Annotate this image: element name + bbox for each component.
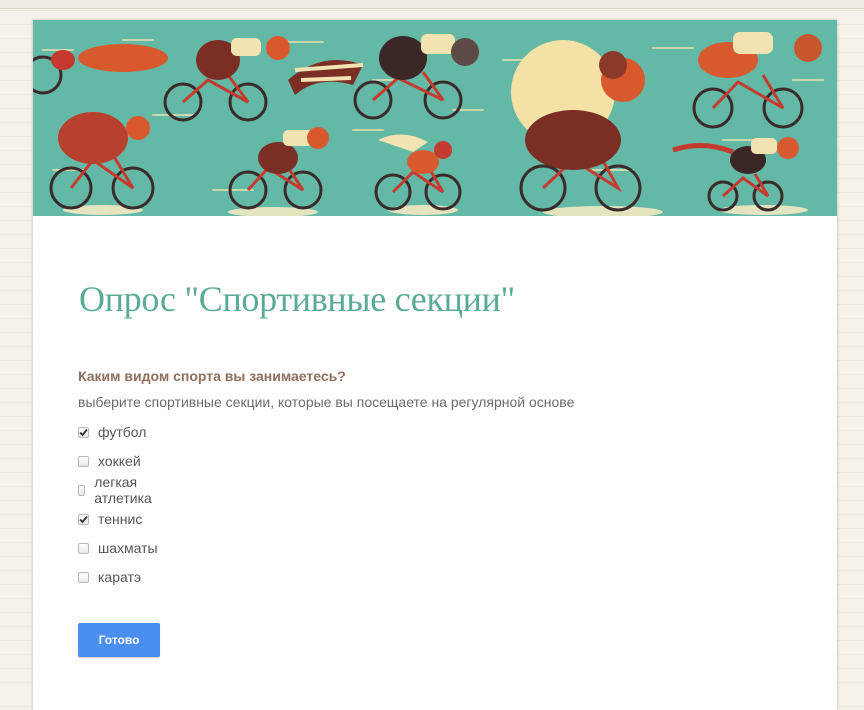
- checkbox-tennis[interactable]: [78, 513, 89, 525]
- checkmark-icon: [79, 428, 88, 436]
- option-hockey[interactable]: хоккей: [78, 451, 141, 471]
- submit-button[interactable]: Готово: [78, 623, 160, 657]
- checkmark-icon: [79, 515, 88, 523]
- checkbox-chess[interactable]: [78, 542, 89, 554]
- checkbox-athletics[interactable]: [78, 484, 86, 496]
- option-karate[interactable]: каратэ: [78, 567, 141, 587]
- option-label: теннис: [98, 511, 143, 527]
- option-tennis[interactable]: теннис: [78, 509, 142, 529]
- checkbox-karate[interactable]: [78, 571, 89, 583]
- checkbox-hockey[interactable]: [78, 455, 89, 467]
- form-card: Опрос "Спортивные секции" Каким видом сп…: [33, 20, 837, 710]
- option-label: каратэ: [98, 569, 142, 585]
- option-label: футбол: [98, 424, 147, 440]
- option-athletics[interactable]: легкая атлетика: [78, 474, 156, 506]
- option-chess[interactable]: шахматы: [78, 538, 158, 558]
- option-label: хоккей: [98, 453, 141, 469]
- question-title: Каким видом спорта вы занимаетесь?: [78, 368, 346, 384]
- checkbox-football[interactable]: [78, 426, 89, 438]
- question-help-text: выберите спортивные секции, которые вы п…: [78, 394, 575, 410]
- browser-top-edge: [0, 0, 864, 9]
- header-banner-image: [33, 20, 837, 216]
- option-label: шахматы: [98, 540, 158, 556]
- form-title: Опрос "Спортивные секции": [79, 279, 515, 319]
- option-football[interactable]: футбол: [78, 422, 146, 442]
- option-label: легкая атлетика: [94, 474, 152, 506]
